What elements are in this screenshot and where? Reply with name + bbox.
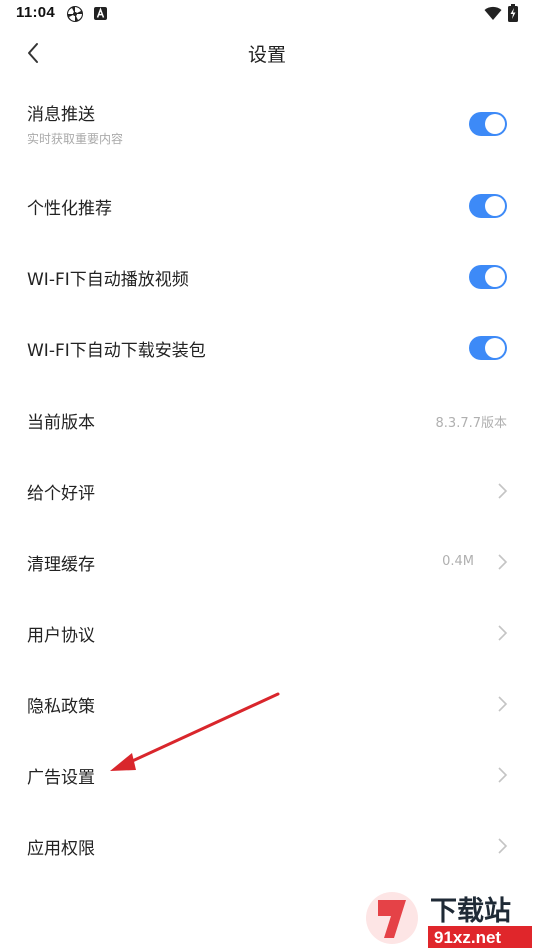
setting-row-ad-settings[interactable]: 广告设置 (0, 749, 534, 801)
setting-row-push: 消息推送 实时获取重要内容 (0, 90, 534, 160)
pinwheel-icon (67, 6, 83, 22)
status-time: 11:04 (16, 4, 56, 21)
toggle-knob (485, 196, 505, 216)
setting-row-rate[interactable]: 给个好评 (0, 465, 534, 517)
personalized-toggle[interactable] (469, 194, 507, 218)
setting-label: 隐私政策 (27, 697, 95, 717)
setting-row-privacy[interactable]: 隐私政策 (0, 678, 534, 730)
page-title: 设置 (247, 44, 286, 66)
setting-label: 消息推送 (27, 105, 95, 125)
toggle-knob (485, 114, 505, 134)
setting-label: 广告设置 (27, 768, 95, 788)
setting-row-user-agreement[interactable]: 用户协议 (0, 607, 534, 659)
status-bar: 11:04 (0, 0, 534, 30)
watermark-brand: 下载站 (430, 896, 511, 927)
toggle-knob (485, 267, 505, 287)
font-a-icon (94, 7, 107, 20)
wifi-autoplay-toggle[interactable] (469, 265, 507, 289)
setting-label: 给个好评 (27, 484, 95, 504)
watermark-logo: 下载站 91xz.net (360, 886, 534, 950)
setting-label: 用户协议 (27, 626, 95, 646)
setting-row-clear-cache[interactable]: 清理缓存 0.4M (0, 536, 534, 588)
chevron-right-icon (498, 696, 508, 712)
chevron-right-icon (498, 554, 508, 570)
push-toggle[interactable] (469, 112, 507, 136)
cache-size-value: 0.4M (442, 554, 474, 569)
setting-label: WI-FI下自动下载安装包 (27, 341, 206, 361)
setting-row-personalized: 个性化推荐 (0, 180, 534, 232)
setting-label: WI-FI下自动播放视频 (27, 270, 189, 290)
setting-label: 个性化推荐 (27, 199, 112, 219)
version-value: 8.3.7.7版本 (435, 416, 507, 431)
setting-label: 应用权限 (27, 839, 95, 859)
watermark-domain: 91xz.net (434, 928, 501, 947)
chevron-right-icon (498, 483, 508, 499)
setting-label: 当前版本 (27, 413, 95, 433)
setting-row-permissions[interactable]: 应用权限 (0, 820, 534, 872)
setting-row-version: 当前版本 8.3.7.7版本 (0, 394, 534, 446)
setting-sublabel: 实时获取重要内容 (27, 132, 124, 146)
chevron-right-icon (498, 625, 508, 641)
wifi-download-toggle[interactable] (469, 336, 507, 360)
setting-row-wifi-autoplay: WI-FI下自动播放视频 (0, 251, 534, 303)
toggle-knob (485, 338, 505, 358)
wifi-icon (484, 6, 502, 20)
chevron-right-icon (498, 767, 508, 783)
watermark-badge-icon: 下载站 91xz.net (366, 892, 532, 948)
chevron-right-icon (498, 838, 508, 854)
header: 设置 (0, 30, 534, 76)
setting-row-wifi-download: WI-FI下自动下载安装包 (0, 322, 534, 374)
setting-label: 清理缓存 (27, 555, 95, 575)
battery-charging-icon (508, 4, 518, 22)
